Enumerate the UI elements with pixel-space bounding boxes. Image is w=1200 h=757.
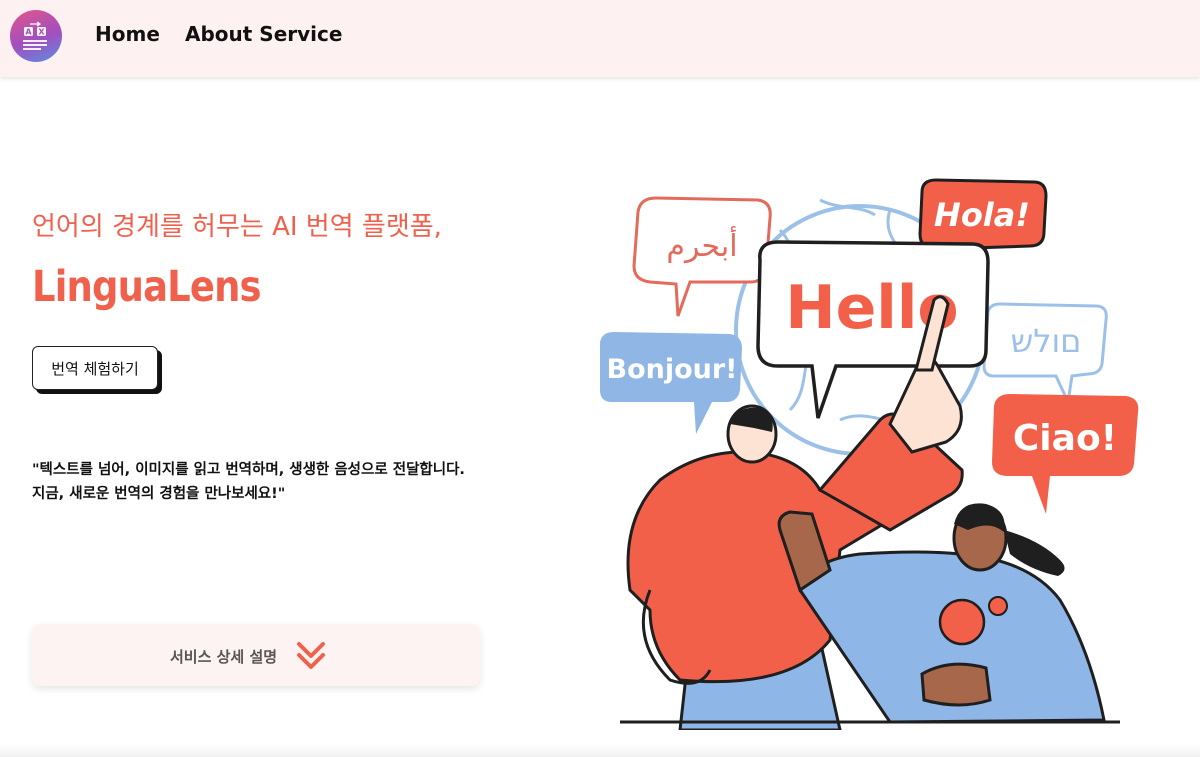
speech-bubble-hebrew: םולש	[982, 302, 1108, 408]
app-logo[interactable]: A X	[10, 10, 62, 62]
bubble-hola-text: Hola!	[934, 196, 1030, 234]
page-bottom-shade	[0, 744, 1200, 757]
try-translation-button[interactable]: 번역 체험하기	[32, 346, 158, 390]
speech-bubble-ciao: Ciao!	[992, 394, 1139, 514]
hero-tagline: 언어의 경계를 허무는 AI 번역 플랫폼,	[32, 212, 442, 242]
svg-text:X: X	[38, 28, 45, 37]
hero-description-line-2: 지금, 새로운 번역의 경험을 만나보세요!"	[32, 486, 286, 502]
bubble-hebrew-text: םולש	[1011, 322, 1082, 360]
bubble-ciao-text: Ciao!	[1013, 418, 1117, 459]
nav-link-home[interactable]: Home	[95, 22, 160, 46]
bubble-bonjour-text: Bonjour!	[606, 354, 737, 385]
top-navbar: A X Home About Service	[0, 0, 1200, 77]
hero-description: "텍스트를 넘어, 이미지를 읽고 번역하며, 생생한 음성으로 전달합니다. …	[32, 458, 465, 506]
translate-icon: A X	[23, 21, 47, 50]
speech-bubble-bonjour: Bonjour!	[600, 332, 742, 434]
service-detail-button[interactable]: 서비스 상세 설명	[32, 624, 480, 686]
bubble-arabic-text: أبحرم	[666, 225, 737, 264]
svg-text:A: A	[25, 28, 32, 37]
double-chevron-down-icon	[297, 642, 325, 669]
nav-link-about-service[interactable]: About Service	[185, 22, 342, 46]
hero-title: LinguaLens	[32, 262, 262, 312]
hero-illustration: أبحرم Hola! םולש Bonjour! Hello Ciao!	[600, 178, 1139, 730]
hero-description-line-1: "텍스트를 넘어, 이미지를 읽고 번역하며, 생생한 음성으로 전달합니다.	[32, 462, 465, 478]
service-detail-label: 서비스 상세 설명	[170, 648, 278, 666]
